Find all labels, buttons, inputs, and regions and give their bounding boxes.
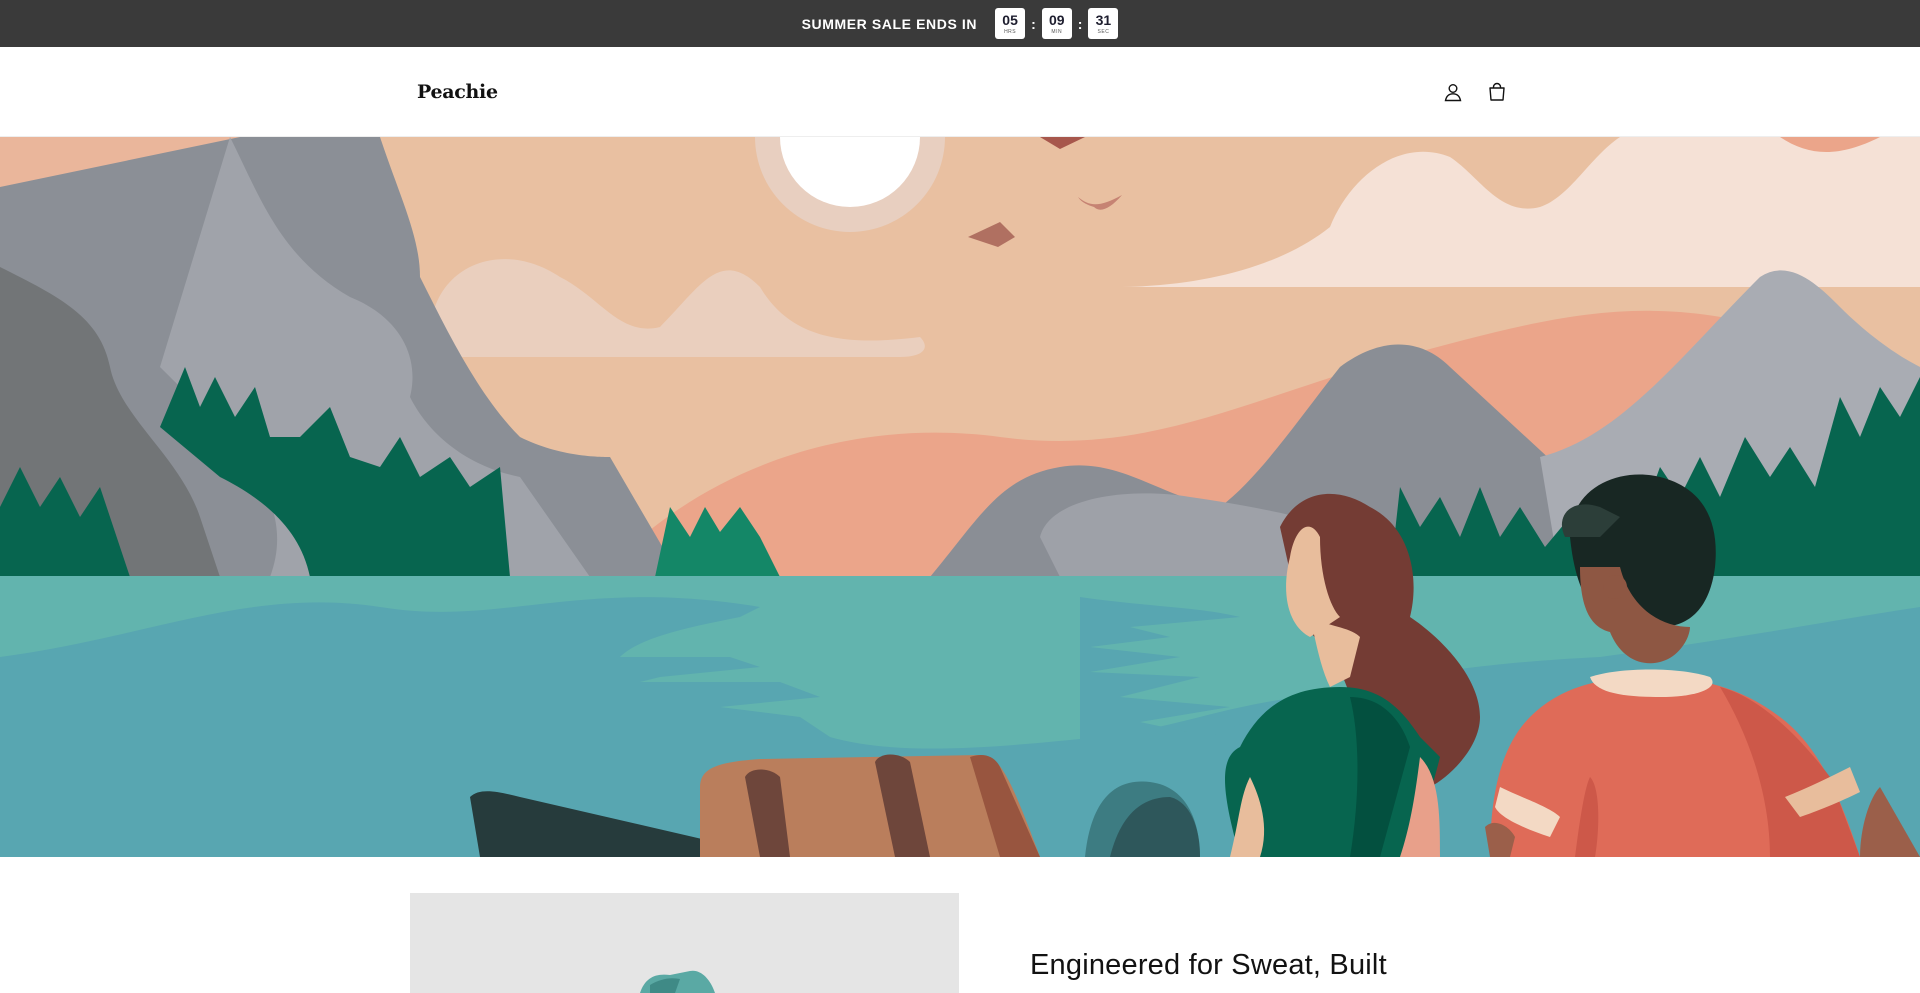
countdown-hours: 05 HRS [995,8,1026,39]
feature-section: Engineered for Sweat, Built [0,857,1920,993]
countdown-hours-unit: HRS [1004,28,1017,35]
countdown-timer: 05 HRS : 09 MIN : 31 SEC [995,8,1119,39]
countdown-minutes-unit: MIN [1051,28,1063,35]
announcement-bar: SUMMER SALE ENDS IN 05 HRS : 09 MIN : 31… [0,0,1920,47]
countdown-seconds: 31 SEC [1088,8,1119,39]
account-icon[interactable] [1440,79,1466,105]
countdown-separator: : [1077,15,1083,32]
countdown-minutes-value: 09 [1048,11,1065,28]
site-header: Peachie [0,47,1920,137]
hero-banner[interactable] [0,137,1920,857]
header-icons [1440,79,1510,105]
feature-copy: Engineered for Sweat, Built [959,857,1387,993]
countdown-separator: : [1031,15,1036,32]
shoe-illustration [640,970,715,993]
hero-illustration [0,137,1920,857]
feature-title: Engineered for Sweat, Built [1030,949,1387,981]
announcement-text: SUMMER SALE ENDS IN [801,15,978,32]
feature-image [410,893,959,993]
cart-icon[interactable] [1484,79,1510,105]
logo[interactable]: Peachie [417,81,498,103]
countdown-seconds-value: 31 [1095,11,1112,28]
countdown-minutes: 09 MIN [1041,8,1072,39]
countdown-hours-value: 05 [1002,11,1018,28]
countdown-seconds-unit: SEC [1097,28,1110,35]
